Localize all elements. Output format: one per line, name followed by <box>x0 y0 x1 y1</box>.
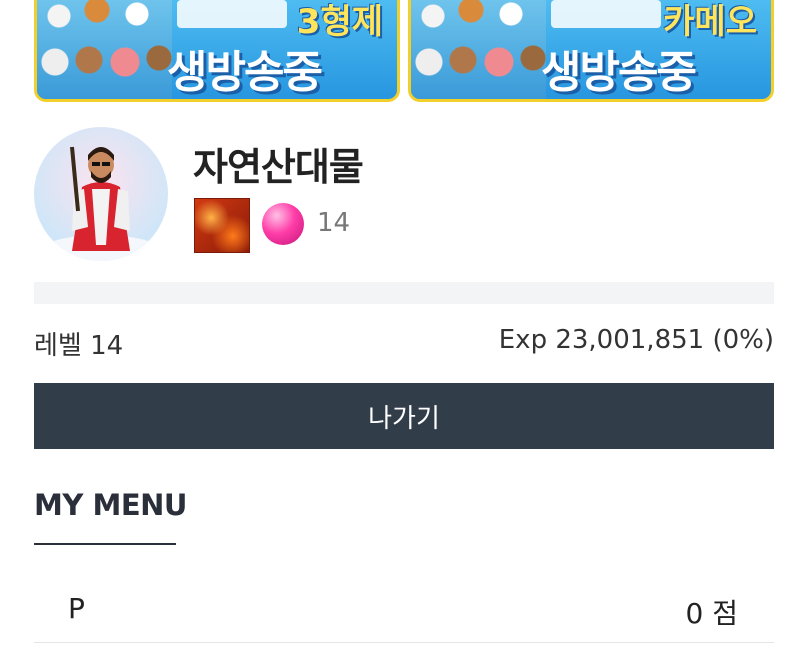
level-label: 레벨 14 <box>34 331 124 361</box>
exp-progress-bar <box>34 282 774 304</box>
points-label: P <box>68 592 85 625</box>
menu-item-points[interactable]: P 0 점 <box>34 570 774 643</box>
banner-live-text: 생방송중 <box>541 47 697 98</box>
my-menu-heading: MY MENU <box>34 488 187 522</box>
banner-characters-image <box>37 0 172 99</box>
profile-level-number: 14 <box>317 208 351 238</box>
banner-live-text: 생방송중 <box>167 47 323 98</box>
exp-label: Exp 23,001,851 (0%) <box>498 325 774 355</box>
live-banner-left[interactable]: 3형제 생방송중 <box>34 0 400 102</box>
profile-nickname: 자연산대물 <box>193 145 364 189</box>
rank-badge-icon <box>194 198 250 253</box>
banner-characters-image <box>411 0 546 99</box>
live-banner-right[interactable]: 카메오 생방송중 <box>408 0 774 102</box>
avatar <box>34 127 168 261</box>
menu-heading-underline <box>34 543 176 545</box>
logout-button[interactable]: 나가기 <box>34 383 774 449</box>
avatar-figure-image <box>41 146 161 261</box>
points-value: 0 점 <box>685 597 738 630</box>
level-orb-icon <box>262 203 304 245</box>
